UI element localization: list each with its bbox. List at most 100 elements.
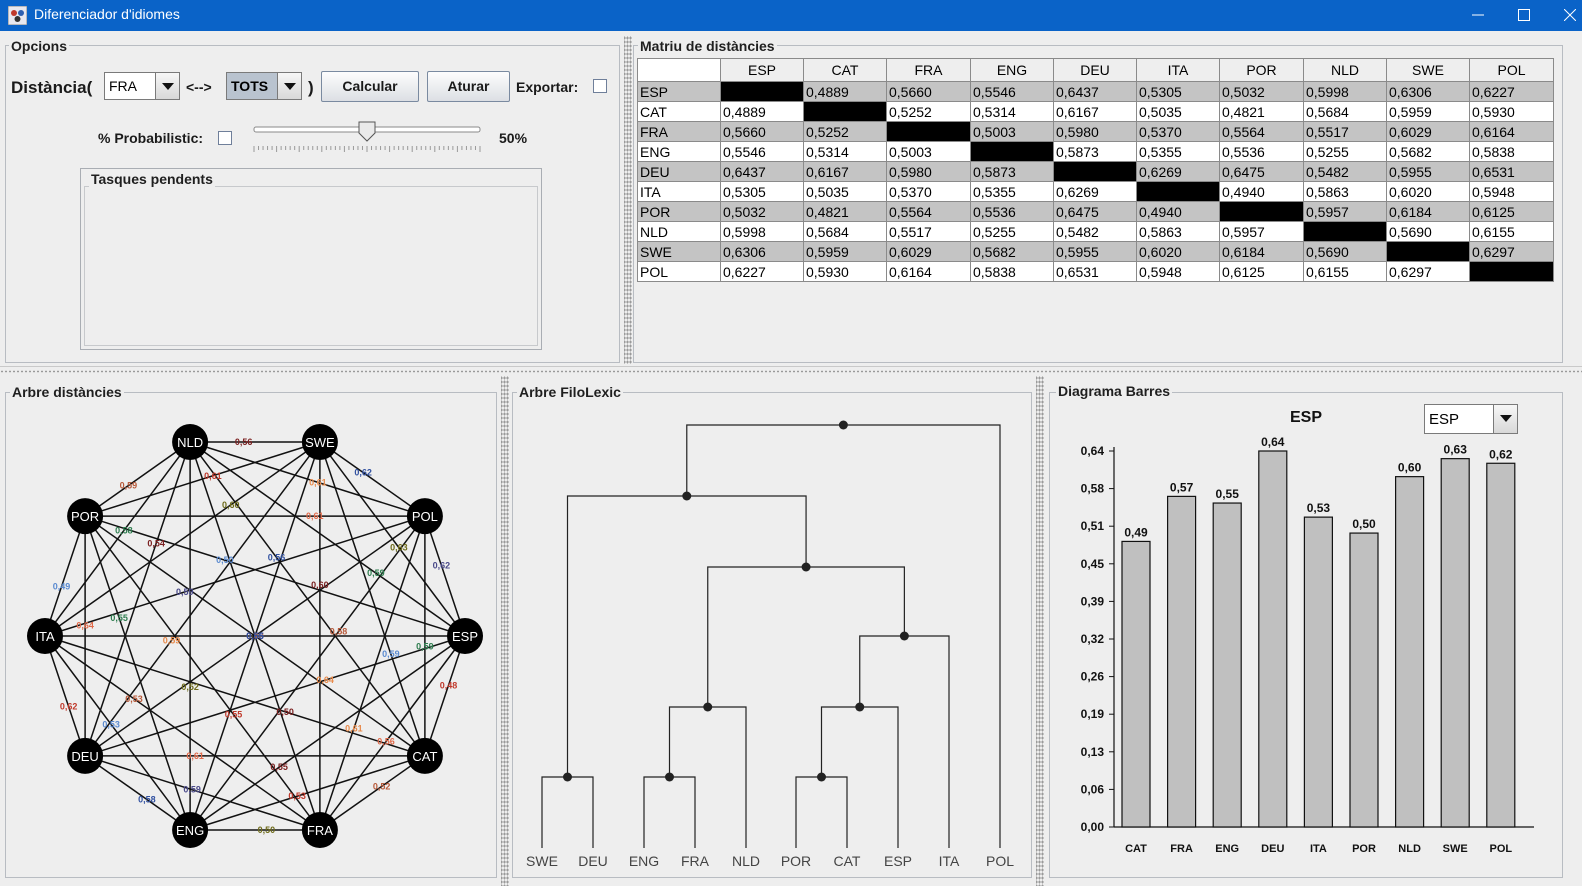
matrix-cell[interactable]: 0,6164 — [886, 261, 971, 282]
matrix-row[interactable]: ENG 0,5546 0,5314 0,5003 0,5873 0,5355 0,5536 0… — [637, 141, 1554, 162]
matrix-cell[interactable]: 0,5370 — [886, 181, 971, 202]
matrix-cell[interactable]: 0,6155 — [1469, 221, 1554, 242]
matrix-cell[interactable]: 0,4889 — [720, 101, 804, 122]
matrix-diagonal-cell[interactable] — [720, 81, 804, 102]
matrix-cell[interactable]: 0,5355 — [1136, 141, 1220, 162]
bar[interactable] — [1166, 495, 1197, 828]
matrix-cell[interactable]: 0,5314 — [803, 141, 887, 162]
bar[interactable] — [1395, 476, 1425, 828]
matrix-cell[interactable]: 0,5957 — [1219, 221, 1304, 242]
matrix-cell[interactable]: 0,5517 — [1303, 121, 1387, 142]
matrix-column-header[interactable]: SWE — [1386, 58, 1470, 82]
matrix-cell[interactable]: 0,5980 — [1053, 121, 1137, 142]
matrix-diagonal-cell[interactable] — [1386, 241, 1470, 262]
matrix-column-header[interactable]: ESP — [720, 58, 804, 82]
matrix-cell[interactable]: 0,6297 — [1386, 261, 1470, 282]
matrix-cell[interactable]: 0,5957 — [1303, 201, 1387, 222]
matrix-cell[interactable]: 0,6306 — [720, 241, 804, 262]
matrix-diagonal-cell[interactable] — [1469, 261, 1554, 282]
pending-tasks-list[interactable] — [84, 186, 538, 346]
matrix-cell[interactable]: 0,5305 — [720, 181, 804, 202]
matrix-cell[interactable]: 0,5660 — [886, 81, 971, 102]
matrix-cell[interactable]: 0,5482 — [1303, 161, 1387, 182]
matrix-cell[interactable]: 0,5930 — [803, 261, 887, 282]
matrix-row[interactable]: ESP 0,4889 0,5660 0,5546 0,6437 0,5305 0,5032 0… — [637, 81, 1554, 102]
matrix-cell[interactable]: 0,5003 — [970, 121, 1054, 142]
bar[interactable] — [1486, 462, 1516, 828]
bar[interactable] — [1212, 502, 1242, 828]
matrix-cell[interactable]: 0,5873 — [970, 161, 1054, 182]
matrix-diagonal-cell[interactable] — [803, 101, 887, 122]
probability-slider[interactable] — [250, 120, 486, 156]
matrix-cell[interactable]: 0,5980 — [886, 161, 971, 182]
bar[interactable] — [1258, 450, 1288, 828]
matrix-cell[interactable]: 0,6184 — [1219, 241, 1304, 262]
matrix-cell[interactable]: 0,5536 — [1219, 141, 1304, 162]
matrix-cell[interactable]: 0,6269 — [1053, 181, 1137, 202]
matrix-row[interactable]: POL 0,6227 0,5930 0,6164 0,5838 0,6531 0,5948 0… — [637, 261, 1554, 282]
lang-b-combo[interactable]: TOTS — [226, 72, 302, 100]
matrix-cell[interactable]: 0,5032 — [720, 201, 804, 222]
matrix-cell[interactable]: 0,5482 — [1053, 221, 1137, 242]
matrix-cell[interactable]: 0,5955 — [1386, 161, 1470, 182]
matrix-cell[interactable]: 0,4889 — [803, 81, 887, 102]
bar[interactable] — [1303, 516, 1333, 828]
matrix-cell[interactable]: 0,5682 — [970, 241, 1054, 262]
matrix-column-header[interactable]: POR — [1219, 58, 1304, 82]
matrix-cell[interactable]: 0,5003 — [886, 141, 971, 162]
matrix-cell[interactable]: 0,5959 — [803, 241, 887, 262]
matrix-cell[interactable]: 0,6227 — [1469, 81, 1554, 102]
lang-a-combo[interactable]: FRA — [104, 72, 180, 100]
matrix-cell[interactable]: 0,6164 — [1469, 121, 1554, 142]
minimize-button[interactable] — [1455, 0, 1501, 31]
matrix-cell[interactable]: 0,5863 — [1136, 221, 1220, 242]
matrix-cell[interactable]: 0,5690 — [1303, 241, 1387, 262]
horizontal-split-handle[interactable] — [0, 366, 1582, 376]
matrix-cell[interactable]: 0,5660 — [720, 121, 804, 142]
matrix-cell[interactable]: 0,5838 — [1469, 141, 1554, 162]
matrix-cell[interactable]: 0,4940 — [1219, 181, 1304, 202]
matrix-cell[interactable]: 0,4821 — [1219, 101, 1304, 122]
matrix-cell[interactable]: 0,5255 — [970, 221, 1054, 242]
matrix-column-header[interactable]: DEU — [1053, 58, 1137, 82]
matrix-cell[interactable]: 0,6531 — [1053, 261, 1137, 282]
matrix-cell[interactable]: 0,4821 — [803, 201, 887, 222]
matrix-cell[interactable]: 0,5684 — [803, 221, 887, 242]
matrix-cell[interactable]: 0,6167 — [1053, 101, 1137, 122]
slider-thumb[interactable] — [358, 121, 376, 142]
matrix-cell[interactable]: 0,5838 — [970, 261, 1054, 282]
matrix-diagonal-cell[interactable] — [1053, 161, 1137, 182]
stop-button[interactable]: Aturar — [427, 71, 510, 102]
matrix-row[interactable]: ITA 0,5305 0,5035 0,5370 0,5355 0,6269 0,4940 0… — [637, 181, 1554, 202]
matrix-cell[interactable]: 0,5682 — [1386, 141, 1470, 162]
matrix-column-header[interactable]: NLD — [1303, 58, 1387, 82]
matrix-cell[interactable]: 0,5546 — [720, 141, 804, 162]
calculate-button[interactable]: Calcular — [321, 71, 419, 102]
matrix-cell[interactable]: 0,5536 — [970, 201, 1054, 222]
matrix-cell[interactable]: 0,5252 — [886, 101, 971, 122]
matrix-row[interactable]: DEU 0,6437 0,6167 0,5980 0,5873 0,6269 0,6475 0… — [637, 161, 1554, 182]
matrix-diagonal-cell[interactable] — [970, 141, 1054, 162]
matrix-diagonal-cell[interactable] — [886, 121, 971, 142]
matrix-cell[interactable]: 0,5863 — [1303, 181, 1387, 202]
matrix-cell[interactable]: 0,5930 — [1469, 101, 1554, 122]
matrix-diagonal-cell[interactable] — [1303, 221, 1387, 242]
close-button[interactable] — [1547, 0, 1582, 31]
matrix-column-header[interactable]: ITA — [1136, 58, 1220, 82]
matrix-cell[interactable]: 0,6437 — [720, 161, 804, 182]
matrix-cell[interactable]: 0,5690 — [1386, 221, 1470, 242]
matrix-cell[interactable]: 0,5035 — [803, 181, 887, 202]
matrix-diagonal-cell[interactable] — [1136, 181, 1220, 202]
matrix-cell[interactable]: 0,5564 — [1219, 121, 1304, 142]
matrix-cell[interactable]: 0,5252 — [803, 121, 887, 142]
matrix-cell[interactable]: 0,5035 — [1136, 101, 1220, 122]
matrix-cell[interactable]: 0,6269 — [1136, 161, 1220, 182]
matrix-cell[interactable]: 0,5546 — [970, 81, 1054, 102]
matrix-cell[interactable]: 0,6020 — [1386, 181, 1470, 202]
distance-matrix-table[interactable]: ESP CAT FRA ENG DEU ITA POR NLD SWE POL ESP 0,4889… — [637, 58, 1554, 282]
bar[interactable] — [1349, 532, 1379, 828]
matrix-row[interactable]: FRA 0,5660 0,5252 0,5003 0,5980 0,5370 0,5564 0… — [637, 121, 1554, 142]
matrix-cell[interactable]: 0,6184 — [1386, 201, 1470, 222]
bar[interactable] — [1121, 540, 1151, 828]
matrix-cell[interactable]: 0,6029 — [1386, 121, 1470, 142]
